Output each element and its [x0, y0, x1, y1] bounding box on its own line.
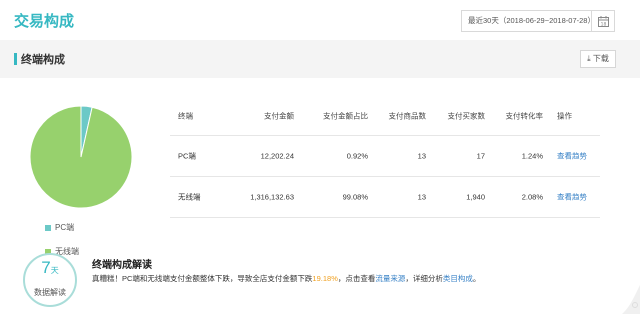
interpretation-suffix: 。 [472, 274, 481, 283]
col-header-amount: 支付金额 [264, 111, 294, 120]
col-header-conversion: 支付转化率 [505, 111, 544, 120]
page-title: 交易构成 [14, 13, 75, 30]
table-row: 无线端 1,316,132.63 99.08% 13 1,940 2.08% 查… [170, 177, 600, 218]
badge-unit: 天 [50, 266, 59, 275]
cell-buyers: 17 [476, 151, 485, 161]
cell-amount: 1,316,132.63 [250, 192, 294, 202]
section-header [0, 40, 640, 78]
category-structure-link[interactable]: 类目构成 [443, 274, 473, 283]
date-range-selector[interactable]: 最近30天（2018-06-29~2018-07-28） [461, 10, 595, 32]
cell-items: 13 [417, 192, 426, 202]
col-header-items: 支付商品数 [388, 111, 427, 120]
interpretation-mid2: ，详细分析 [405, 274, 443, 283]
download-icon: ⤓ [587, 54, 591, 63]
cell-amount: 12,202.24 [260, 151, 294, 161]
badge-label: 数据解读 [34, 288, 66, 297]
cell-terminal: PC端 [178, 151, 196, 161]
data-interpretation-badge: 7天 数据解读 [23, 253, 77, 307]
drop-percentage: 19.18% [312, 274, 338, 283]
col-header-action: 操作 [557, 111, 572, 120]
col-header-ratio: 支付金额占比 [323, 111, 368, 120]
download-button[interactable]: ⤓ 下载 [580, 50, 616, 68]
interpretation-prefix: 真糟糕！PC端和无线端支付金额整体下跌，导致全店支付金额下跌 [92, 274, 313, 283]
calendar-icon: 18 [598, 16, 609, 27]
cell-buyers: 1,940 [466, 192, 485, 202]
section-accent [14, 53, 17, 65]
page-curl-decoration [622, 285, 640, 314]
table-header-row: 终端 支付金额 支付金额占比 支付商品数 支付买家数 支付转化率 操作 [170, 96, 600, 136]
view-trend-link[interactable]: 查看趋势 [557, 192, 587, 203]
section-title: 终端构成 [21, 54, 65, 66]
interpretation-title: 终端构成解读 [92, 260, 152, 271]
svg-text:18: 18 [601, 21, 607, 27]
view-trend-link[interactable]: 查看趋势 [557, 151, 587, 162]
badge-number: 7天 [25, 258, 75, 278]
cell-terminal: 无线端 [178, 192, 201, 202]
table-row: PC端 12,202.24 0.92% 13 17 1.24% 查看趋势 [170, 136, 600, 177]
interpretation-mid: ，点击查看 [337, 274, 376, 283]
legend-label-pc: PC端 [55, 223, 75, 232]
interpretation-text: 真糟糕！PC端和无线端支付金额整体下跌，导致全店支付金额下跌19.18%，点击查… [92, 273, 480, 284]
pie-slice-wireless [30, 106, 132, 208]
calendar-button[interactable]: 18 [591, 10, 615, 32]
cell-items: 13 [417, 151, 426, 161]
legend-swatch-pc [45, 224, 51, 231]
download-label: 下载 [592, 54, 609, 63]
traffic-source-link[interactable]: 流量来源 [375, 274, 405, 283]
terminal-pie-chart [30, 106, 132, 208]
cell-ratio: 0.92% [346, 151, 368, 161]
cell-conversion: 1.24% [521, 151, 543, 161]
col-header-terminal: 终端 [178, 111, 193, 120]
cell-ratio: 99.08% [342, 192, 368, 202]
badge-days: 7 [41, 258, 51, 277]
cell-conversion: 2.08% [521, 192, 543, 202]
terminal-table: 终端 支付金额 支付金额占比 支付商品数 支付买家数 支付转化率 操作 PC端 … [170, 96, 600, 218]
legend-item-pc: PC端 [45, 222, 74, 233]
col-header-buyers: 支付买家数 [447, 111, 486, 120]
